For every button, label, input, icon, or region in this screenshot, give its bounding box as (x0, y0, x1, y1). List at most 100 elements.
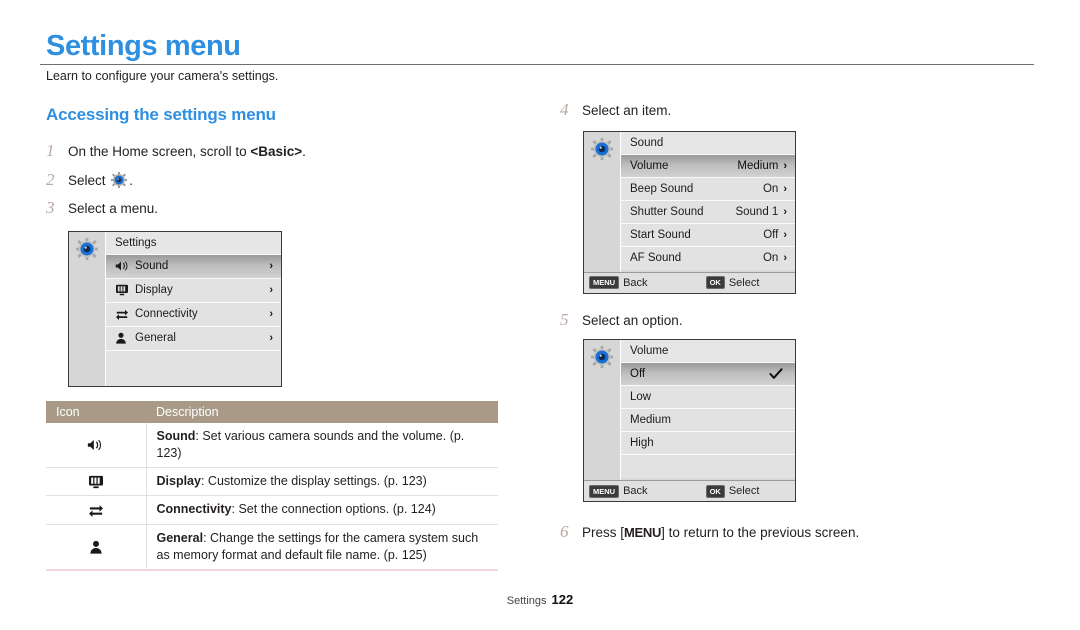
step-number: 2 (46, 169, 55, 189)
term: General (156, 530, 204, 545)
back-button[interactable]: MENU Back (589, 276, 648, 290)
table-cell-icon (46, 524, 147, 572)
step-text-before: Select (68, 172, 110, 188)
chevron-right-icon: › (783, 252, 787, 265)
left-column: Accessing the settings menu 1 On the Hom… (46, 105, 526, 572)
connectivity-icon (115, 308, 135, 321)
step-1: 1 On the Home screen, scroll to <Basic>. (46, 141, 526, 162)
table-cell-description: General: Change the settings for the cam… (146, 524, 498, 572)
table-body: Sound: Set various camera sounds and the… (46, 422, 498, 572)
sidebar-item-label: General (135, 332, 176, 345)
option-low[interactable]: Low (621, 386, 795, 410)
gear-icon (76, 237, 98, 386)
step-text-after: ] to return to the previous screen. (661, 525, 860, 541)
table-row: General: Change the settings for the cam… (46, 524, 498, 572)
step-number: 4 (560, 100, 569, 119)
step-text-before: Select a menu. (68, 201, 159, 217)
step-number: 3 (46, 198, 55, 218)
settings-menu-screen[interactable]: Settings Sound › Display › Connectivity … (68, 230, 282, 387)
screen-footer: MENU Back OK Select (584, 271, 795, 293)
chevron-right-icon: › (783, 182, 787, 195)
gear-icon (591, 137, 613, 272)
menu-item-volume[interactable]: Volume Medium › (621, 154, 795, 178)
menu-item-label: Volume (630, 159, 669, 172)
select-button[interactable]: OK Select (705, 484, 759, 498)
sidebar-item-sound[interactable]: Sound › (106, 254, 281, 279)
title-divider (40, 64, 1034, 65)
back-button[interactable]: MENU Back (589, 484, 648, 498)
menu-item-label: AF Sound (630, 252, 682, 265)
menu-item-shutter-sound[interactable]: Shutter Sound Sound 1 › (621, 200, 795, 224)
volume-list: Volume Off Low Medium High (621, 340, 795, 480)
back-label: Back (623, 276, 648, 289)
empty-row (106, 350, 281, 386)
select-button[interactable]: OK Select (705, 276, 759, 290)
chevron-right-icon: › (269, 260, 273, 273)
volume-options-screen[interactable]: Volume Off Low Medium High MENU Back OK … (583, 339, 796, 503)
page-number: 122 (551, 592, 574, 607)
empty-row (621, 455, 795, 479)
menu-item-value: Medium (737, 159, 779, 172)
sound-menu-screen[interactable]: Sound Volume Medium › Beep Sound On › Sh… (583, 130, 796, 294)
page-title: Settings menu (46, 30, 241, 62)
screen-rail (584, 340, 621, 481)
step-number: 1 (46, 141, 55, 160)
screen-rail (69, 231, 106, 386)
table-cell-icon (46, 422, 147, 469)
check-icon (769, 368, 783, 380)
step-text: Select . (68, 171, 133, 191)
description: : Customize the display settings. (p. 12… (200, 474, 427, 489)
step-text-before: On the Home screen, scroll to (68, 144, 251, 159)
table-cell-icon (46, 495, 147, 525)
table-cell-description: Connectivity: Set the connection options… (146, 495, 498, 525)
screen-rail (584, 131, 621, 272)
icon-description-table: Icon Description Sound: Set various came… (46, 400, 498, 572)
menu-item-label: Start Sound (630, 228, 691, 241)
page-footer: Settings 122 (0, 592, 1080, 607)
speaker-icon (56, 438, 136, 452)
screen-title: Settings (115, 236, 157, 249)
screen-body: Settings Sound › Display › Connectivity … (69, 231, 281, 386)
table-head: Icon Description (46, 400, 498, 423)
person-icon (56, 540, 136, 554)
display-icon (56, 475, 136, 489)
step-text: Select an item. (582, 103, 672, 118)
table-cell-icon (46, 467, 147, 497)
sidebar-item-display[interactable]: Display › (106, 278, 281, 303)
ok-key-icon: OK (705, 276, 725, 290)
connectivity-icon (56, 503, 136, 518)
sidebar-item-general[interactable]: General › (106, 326, 281, 351)
chevron-right-icon: › (783, 159, 787, 172)
table-row: Display: Customize the display settings.… (46, 467, 498, 497)
menu-item-beep-sound[interactable]: Beep Sound On › (621, 177, 795, 201)
option-medium[interactable]: Medium (621, 409, 795, 433)
menu-item-start-sound[interactable]: Start Sound Off › (621, 223, 795, 247)
table-cell-description: Sound: Set various camera sounds and the… (146, 422, 498, 469)
sidebar-item-label: Sound (135, 260, 169, 273)
chevron-right-icon: › (783, 205, 787, 218)
menu-item-af-sound[interactable]: AF Sound On › (621, 246, 795, 270)
step-text: Select an option. (582, 312, 683, 328)
step-number: 6 (560, 522, 569, 542)
sidebar-item-connectivity[interactable]: Connectivity › (106, 302, 281, 327)
screen-body: Sound Volume Medium › Beep Sound On › Sh… (584, 131, 795, 272)
step-text-after: . (302, 144, 306, 159)
menu-key-label: MENU (624, 525, 662, 541)
back-label: Back (623, 485, 648, 498)
description: : Set various camera sounds and the volu… (156, 428, 465, 460)
option-high[interactable]: High (621, 432, 795, 456)
step-text-before: Press [ (582, 525, 625, 541)
table-row: Sound: Set various camera sounds and the… (46, 422, 498, 469)
step-text-after: . (129, 172, 134, 188)
sound-list: Sound Volume Medium › Beep Sound On › Sh… (621, 131, 795, 272)
step-text: On the Home screen, scroll to <Basic>. (68, 142, 306, 162)
option-off[interactable]: Off (621, 363, 795, 387)
column-header-description: Description (146, 400, 498, 423)
menu-key-icon: MENU (589, 484, 620, 498)
screen-title-row: Sound (621, 131, 795, 155)
speaker-icon (115, 260, 135, 272)
option-label: Low (630, 391, 652, 404)
document-page: Settings menu Learn to configure your ca… (0, 0, 1080, 630)
right-column: 4 Select an item. Sound Volume Medium › … (560, 100, 1040, 551)
menu-key-icon: MENU (589, 276, 620, 290)
